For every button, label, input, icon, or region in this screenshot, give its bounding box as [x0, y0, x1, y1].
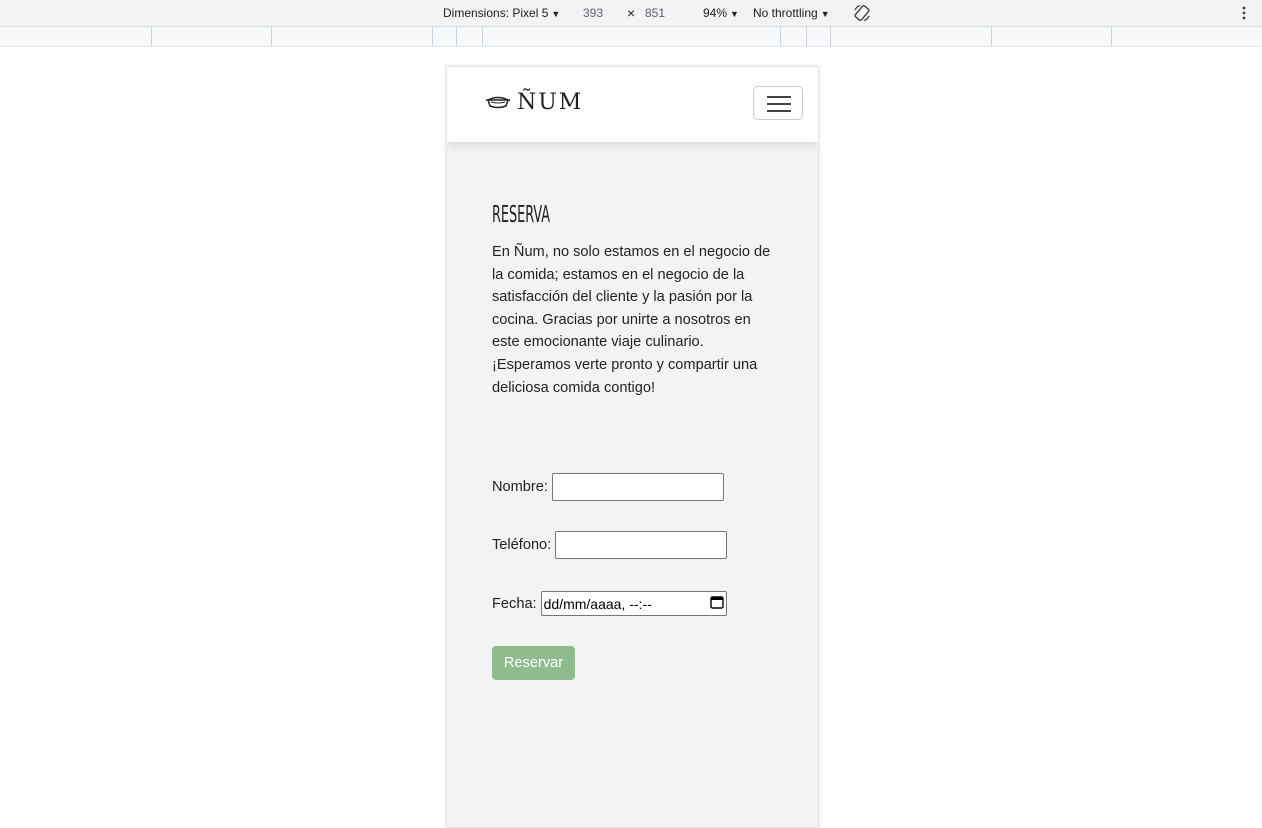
name-label: Nombre:: [492, 479, 548, 495]
ruler-tick: [432, 27, 433, 46]
throttling-dropdown[interactable]: No throttling ▼: [753, 6, 830, 20]
ruler-tick: [780, 27, 781, 46]
calendar-icon[interactable]: [709, 595, 724, 612]
caret-down-icon: ▼: [820, 9, 830, 19]
media-query-ruler: [0, 27, 1262, 47]
ruler-tick: [830, 27, 831, 46]
reserve-button[interactable]: Reservar: [492, 646, 575, 680]
dimensions-label: Dimensions: Pixel 5: [443, 6, 549, 20]
zoom-dropdown[interactable]: 94% ▼: [703, 6, 739, 20]
phone-input[interactable]: [555, 531, 728, 559]
date-label: Fecha:: [492, 595, 537, 612]
devtools-device-toolbar: Dimensions: Pixel 5 ▼ 393 × 851 94% ▼ No t…: [0, 0, 1262, 27]
brand-logo[interactable]: ÑUM: [485, 90, 583, 115]
menu-toggle-button[interactable]: [753, 86, 803, 120]
ruler-tick: [482, 27, 483, 46]
dimensions-dropdown[interactable]: Dimensions: Pixel 5 ▼: [443, 6, 560, 20]
cooking-pot-icon: [485, 92, 511, 115]
date-row: Fecha: dd/mm/aaaa, --:--: [492, 591, 727, 616]
throttling-value: No throttling: [753, 6, 818, 20]
phone-row: Teléfono:: [492, 531, 728, 559]
height-input[interactable]: 851: [645, 6, 665, 20]
page-title: RESERVA: [492, 202, 551, 229]
more-options-icon[interactable]: [1236, 5, 1252, 24]
ruler-tick: [151, 27, 152, 46]
rotate-icon[interactable]: [852, 3, 872, 26]
name-input[interactable]: [551, 473, 724, 501]
zoom-value: 94%: [703, 6, 728, 20]
ruler-tick: [271, 27, 272, 46]
brand-name: ÑUM: [517, 90, 584, 115]
width-input[interactable]: 393: [583, 6, 603, 20]
ruler-tick: [991, 27, 992, 46]
name-row: Nombre:: [492, 473, 724, 501]
caret-down-icon: ▼: [730, 9, 739, 19]
times-icon: ×: [627, 5, 636, 21]
intro-paragraph: En Ñum, no solo estamos en el negocio de…: [492, 244, 771, 396]
date-time-input[interactable]: dd/mm/aaaa, --:--: [540, 591, 727, 616]
ruler-tick: [1111, 27, 1112, 46]
navbar: ÑUM: [447, 67, 818, 142]
ruler-tick: [806, 27, 807, 46]
device-viewport: ÑUM RESERVA En Ñum, no solo estamos en e…: [446, 66, 819, 828]
ruler-tick: [456, 27, 457, 46]
phone-label: Teléfono:: [492, 537, 552, 553]
date-placeholder: dd/mm/aaaa, --:--: [543, 595, 652, 612]
caret-down-icon: ▼: [551, 9, 561, 19]
